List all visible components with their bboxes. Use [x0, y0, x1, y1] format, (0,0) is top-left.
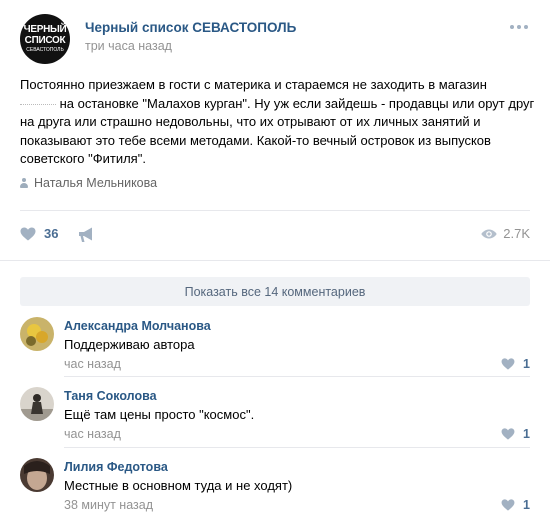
comment-divider: [64, 376, 530, 377]
post-time[interactable]: три часа назад: [85, 39, 172, 53]
comment-like-button[interactable]: 1: [501, 427, 530, 441]
heart-icon: [501, 358, 515, 370]
divider: [20, 210, 530, 211]
avatar-line-3: СЕВАСТОПОЛЬ: [26, 47, 64, 53]
group-name-link[interactable]: Черный список СЕВАСТОПОЛЬ: [85, 20, 296, 35]
more-icon[interactable]: [510, 22, 530, 32]
comment-like-count: 1: [523, 427, 530, 441]
comment-time[interactable]: час назад: [64, 357, 121, 371]
comment-item: Александра Молчанова Поддерживаю автора …: [20, 317, 530, 377]
comment-text: Местные в основном туда и не ходят): [64, 478, 293, 493]
commenter-avatar[interactable]: [20, 317, 54, 351]
heart-icon: [20, 227, 36, 240]
commenter-name[interactable]: Таня Соколова: [64, 389, 157, 403]
comment-like-count: 1: [523, 498, 530, 512]
comment-text: Поддерживаю автора: [64, 337, 195, 352]
group-avatar[interactable]: ЧЕРНЫЙ СПИСОК СЕВАСТОПОЛЬ: [20, 14, 70, 64]
views-count: 2.7K: [503, 226, 530, 241]
post-card: ЧЕРНЫЙ СПИСОК СЕВАСТОПОЛЬ Черный список …: [0, 0, 550, 526]
comment-time[interactable]: 38 минут назад: [64, 498, 153, 512]
post-text-part-1: Постоянно приезжаем в гости с материка и…: [20, 77, 487, 92]
heart-icon: [501, 499, 515, 511]
comment-item: Таня Соколова Ещё там цены просто "космо…: [20, 387, 530, 447]
comment-like-button[interactable]: 1: [501, 498, 530, 512]
like-button[interactable]: 36: [20, 226, 58, 241]
user-icon: [20, 178, 28, 188]
post-text-part-2: на остановке "Малахов курган". Ну уж есл…: [20, 95, 535, 167]
comment-like-button[interactable]: 1: [501, 357, 530, 371]
megaphone-icon[interactable]: [77, 226, 97, 244]
post-text: Постоянно приезжаем в гости с материка и…: [20, 76, 535, 169]
post-signer[interactable]: Наталья Мельникова: [20, 176, 157, 190]
comment-text: Ещё там цены просто "космос".: [64, 407, 255, 422]
comment-time[interactable]: час назад: [64, 427, 121, 441]
heart-icon: [501, 428, 515, 440]
section-separator: [0, 260, 550, 261]
show-all-comments-button[interactable]: Показать все 14 комментариев: [20, 277, 530, 306]
comment-like-count: 1: [523, 357, 530, 371]
commenter-avatar[interactable]: [20, 387, 54, 421]
avatar-line-2: СПИСОК: [24, 35, 66, 46]
views-counter: 2.7K: [481, 226, 530, 241]
like-count: 36: [44, 226, 59, 241]
commenter-avatar[interactable]: [20, 458, 54, 492]
avatar-line-1: ЧЕРНЫЙ: [23, 24, 67, 35]
hidden-store-name: [20, 103, 56, 106]
commenter-name[interactable]: Лилия Федотова: [64, 460, 168, 474]
signer-name: Наталья Мельникова: [34, 176, 158, 190]
comment-divider: [64, 447, 530, 448]
commenter-name[interactable]: Александра Молчанова: [64, 319, 211, 333]
comment-item: Лилия Федотова Местные в основном туда и…: [20, 458, 530, 518]
eye-icon: [481, 229, 497, 238]
